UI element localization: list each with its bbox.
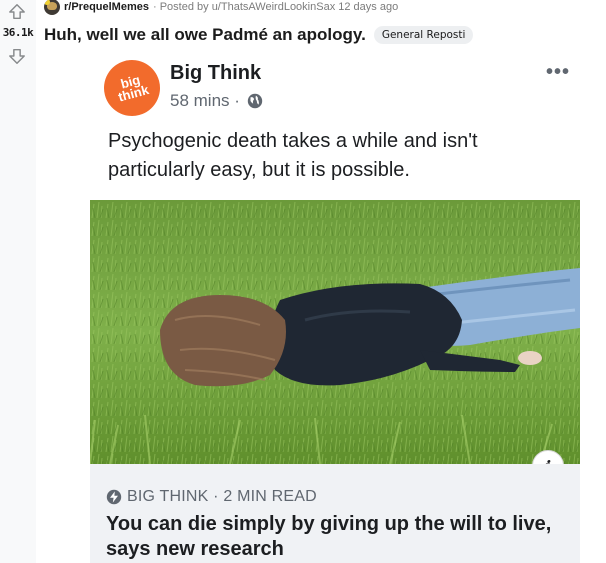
post-title-row: Huh, well we all owe Padmé an apology. G… xyxy=(44,25,474,45)
time-separator: · xyxy=(234,91,240,110)
vote-count: 36.1k xyxy=(2,26,34,39)
post-time-row: 58 mins · xyxy=(170,91,264,111)
person-lying-on-grass-photo: i xyxy=(90,200,580,464)
post-time: 58 mins xyxy=(170,91,230,110)
arrow-down-icon xyxy=(9,48,25,64)
big-think-logo: big think xyxy=(97,53,167,123)
vote-column: 36.1k xyxy=(0,0,36,563)
link-preview: BIG THINK · 2 MIN READ You can die simpl… xyxy=(90,464,580,563)
globe-icon xyxy=(246,92,264,110)
page-name: Big Think xyxy=(170,62,262,84)
link-source-row: BIG THINK · 2 MIN READ xyxy=(106,488,317,506)
subreddit-avatar[interactable] xyxy=(44,0,60,15)
post-title[interactable]: Huh, well we all owe Padmé an apology. xyxy=(44,25,366,45)
posted-by-prefix: · Posted by xyxy=(152,1,209,13)
post-age[interactable]: 12 days ago xyxy=(338,1,398,13)
upvote-button[interactable] xyxy=(7,2,27,22)
downvote-button[interactable] xyxy=(7,46,27,66)
arrow-up-icon xyxy=(9,4,25,20)
more-options-icon: ••• xyxy=(545,61,570,83)
author-link[interactable]: u/ThatsAWeirdLookinSax xyxy=(212,1,336,13)
embedded-post-text: Psychogenic death takes a while and isn'… xyxy=(108,130,478,181)
subreddit-link[interactable]: r/PrequelMemes xyxy=(64,1,149,13)
post-flair[interactable]: General Reposti xyxy=(373,26,474,44)
embedded-post-header: big think Big Think 58 mins · ••• xyxy=(90,53,580,127)
post-meta: r/PrequelMemes · Posted by u/ThatsAWeird… xyxy=(44,0,398,15)
link-title: You can die simply by giving up the will… xyxy=(106,513,552,560)
link-source: BIG THINK · 2 MIN READ xyxy=(127,488,317,505)
embedded-post-image[interactable]: big think Big Think 58 mins · ••• Psycho… xyxy=(90,53,580,563)
bolt-icon xyxy=(106,489,122,505)
